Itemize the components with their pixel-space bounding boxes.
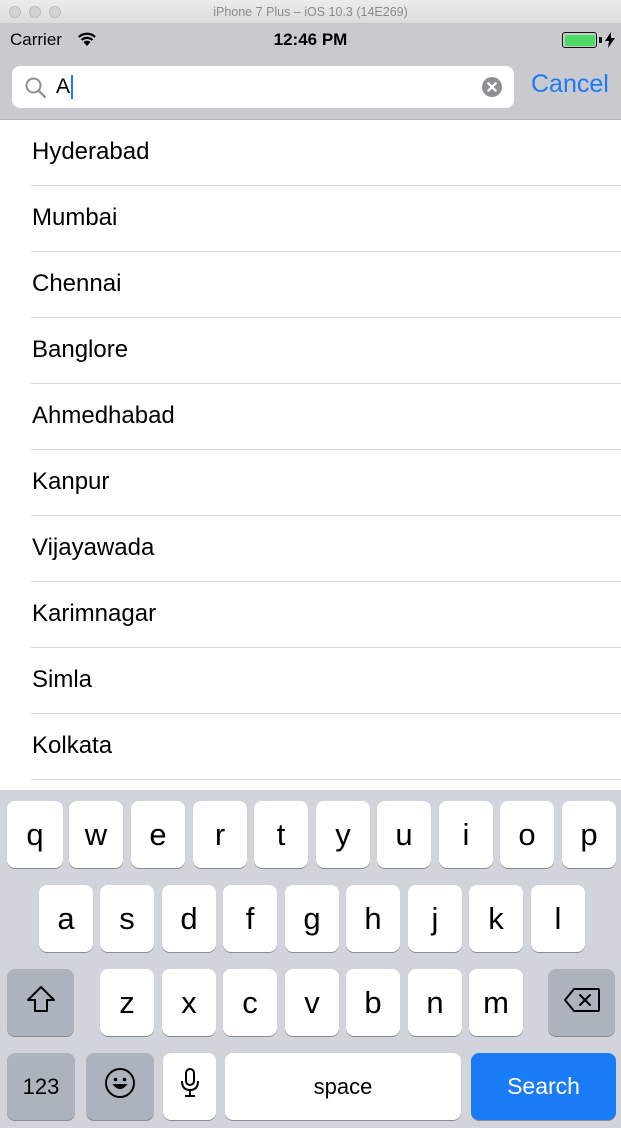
simulator-title-bar: iPhone 7 Plus – iOS 10.3 (14E269) xyxy=(0,0,621,24)
city-list: Hyderabad Mumbai Chennai Banglore Ahmedh… xyxy=(0,120,621,790)
key-g[interactable]: g xyxy=(285,885,339,952)
key-m[interactable]: m xyxy=(469,969,523,1036)
battery-tip xyxy=(599,37,602,43)
key-y[interactable]: y xyxy=(316,801,370,868)
row-separator xyxy=(31,779,621,780)
shift-key[interactable] xyxy=(7,969,74,1036)
emoji-icon xyxy=(104,1067,136,1107)
key-t[interactable]: t xyxy=(254,801,308,868)
list-item[interactable]: Mumbai xyxy=(0,186,621,252)
key-i[interactable]: i xyxy=(439,801,493,868)
emoji-key[interactable] xyxy=(86,1053,154,1120)
list-item[interactable]: Kanpur xyxy=(0,450,621,516)
city-name: Vijayawada xyxy=(32,534,155,561)
key-f[interactable]: f xyxy=(223,885,277,952)
city-name: Chennai xyxy=(32,270,122,297)
numbers-key[interactable]: 123 xyxy=(7,1053,75,1120)
city-name: Simla xyxy=(32,666,93,693)
key-z[interactable]: z xyxy=(100,969,154,1036)
key-l[interactable]: l xyxy=(531,885,585,952)
battery-icon xyxy=(562,32,597,48)
city-name: Hyderabad xyxy=(32,138,150,165)
key-c[interactable]: c xyxy=(223,969,277,1036)
space-key[interactable]: space xyxy=(225,1053,461,1120)
charging-bolt-icon xyxy=(605,32,615,53)
city-name: Banglore xyxy=(32,336,129,363)
city-name: Kanpur xyxy=(32,468,110,495)
list-item[interactable]: Hyderabad xyxy=(0,120,621,186)
key-u[interactable]: u xyxy=(377,801,431,868)
key-a[interactable]: a xyxy=(39,885,93,952)
list-item[interactable]: Chennai xyxy=(0,252,621,318)
key-k[interactable]: k xyxy=(469,885,523,952)
key-s[interactable]: s xyxy=(100,885,154,952)
dictation-key[interactable] xyxy=(163,1053,216,1120)
key-e[interactable]: e xyxy=(131,801,185,868)
key-h[interactable]: h xyxy=(346,885,400,952)
clear-text-icon[interactable] xyxy=(482,77,502,102)
city-name: Kolkata xyxy=(32,732,113,759)
window-title: iPhone 7 Plus – iOS 10.3 (14E269) xyxy=(213,5,408,19)
key-v[interactable]: v xyxy=(285,969,339,1036)
shift-icon xyxy=(26,985,56,1021)
city-name: Mumbai xyxy=(32,204,118,231)
list-item[interactable]: Karimnagar xyxy=(0,582,621,648)
list-item[interactable]: Kolkata xyxy=(0,714,621,780)
key-o[interactable]: o xyxy=(500,801,554,868)
search-icon xyxy=(24,76,48,105)
key-w[interactable]: w xyxy=(69,801,123,868)
search-input[interactable]: A xyxy=(56,75,74,99)
city-name: Karimnagar xyxy=(32,600,157,627)
search-query: A xyxy=(56,75,71,98)
text-caret xyxy=(71,75,74,99)
key-q[interactable]: q xyxy=(7,801,63,868)
key-r[interactable]: r xyxy=(193,801,247,868)
microphone-icon xyxy=(179,1067,201,1107)
search-field[interactable]: A xyxy=(12,66,514,108)
list-item[interactable]: Vijayawada xyxy=(0,516,621,582)
city-name: Ahmedhabad xyxy=(32,402,175,429)
key-j[interactable]: j xyxy=(408,885,462,952)
key-p[interactable]: p xyxy=(562,801,616,868)
status-bar: Carrier 12:46 PM xyxy=(0,24,621,56)
key-d[interactable]: d xyxy=(162,885,216,952)
list-item[interactable]: Ahmedhabad xyxy=(0,384,621,450)
key-b[interactable]: b xyxy=(346,969,400,1036)
cancel-button[interactable]: Cancel xyxy=(531,70,609,99)
key-n[interactable]: n xyxy=(408,969,462,1036)
search-key[interactable]: Search xyxy=(471,1053,616,1120)
search-bar: A Cancel xyxy=(0,56,621,120)
list-item[interactable]: Banglore xyxy=(0,318,621,384)
list-item[interactable]: Simla xyxy=(0,648,621,714)
status-time: 12:46 PM xyxy=(273,30,348,49)
keyboard: q w e r t y u i o p a s d f g h j k l z … xyxy=(0,790,621,1128)
backspace-icon xyxy=(563,985,601,1021)
key-x[interactable]: x xyxy=(162,969,216,1036)
delete-key[interactable] xyxy=(548,969,615,1036)
